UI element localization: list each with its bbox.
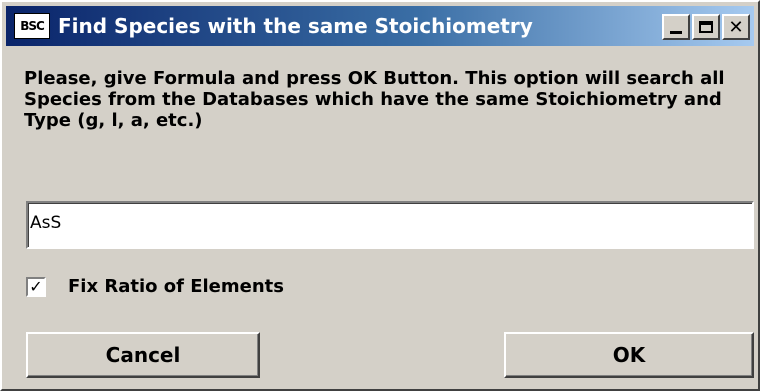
fix-ratio-row[interactable]: ✓ Fix Ratio of Elements — [26, 276, 284, 297]
cancel-button[interactable]: Cancel — [26, 332, 260, 378]
fix-ratio-checkbox[interactable]: ✓ — [26, 276, 46, 297]
minimize-button[interactable] — [662, 14, 690, 40]
minimize-icon — [670, 30, 682, 34]
maximize-icon — [699, 21, 713, 33]
app-icon: BSC — [14, 13, 50, 39]
dialog-window: BSC Find Species with the same Stoichiom… — [0, 0, 760, 391]
instruction-text: Please, give Formula and press OK Button… — [24, 68, 725, 131]
close-icon: ✕ — [728, 16, 744, 38]
formula-input[interactable]: AsS — [26, 201, 754, 249]
fix-ratio-label[interactable]: Fix Ratio of Elements — [68, 276, 284, 297]
title-bar[interactable]: BSC Find Species with the same Stoichiom… — [6, 6, 754, 46]
window-controls: ✕ — [660, 14, 750, 40]
close-button[interactable]: ✕ — [722, 14, 750, 40]
checkmark-icon: ✓ — [29, 277, 43, 296]
maximize-button[interactable] — [692, 14, 720, 40]
window-title: Find Species with the same Stoichiometry — [58, 14, 533, 38]
ok-button[interactable]: OK — [504, 332, 754, 378]
